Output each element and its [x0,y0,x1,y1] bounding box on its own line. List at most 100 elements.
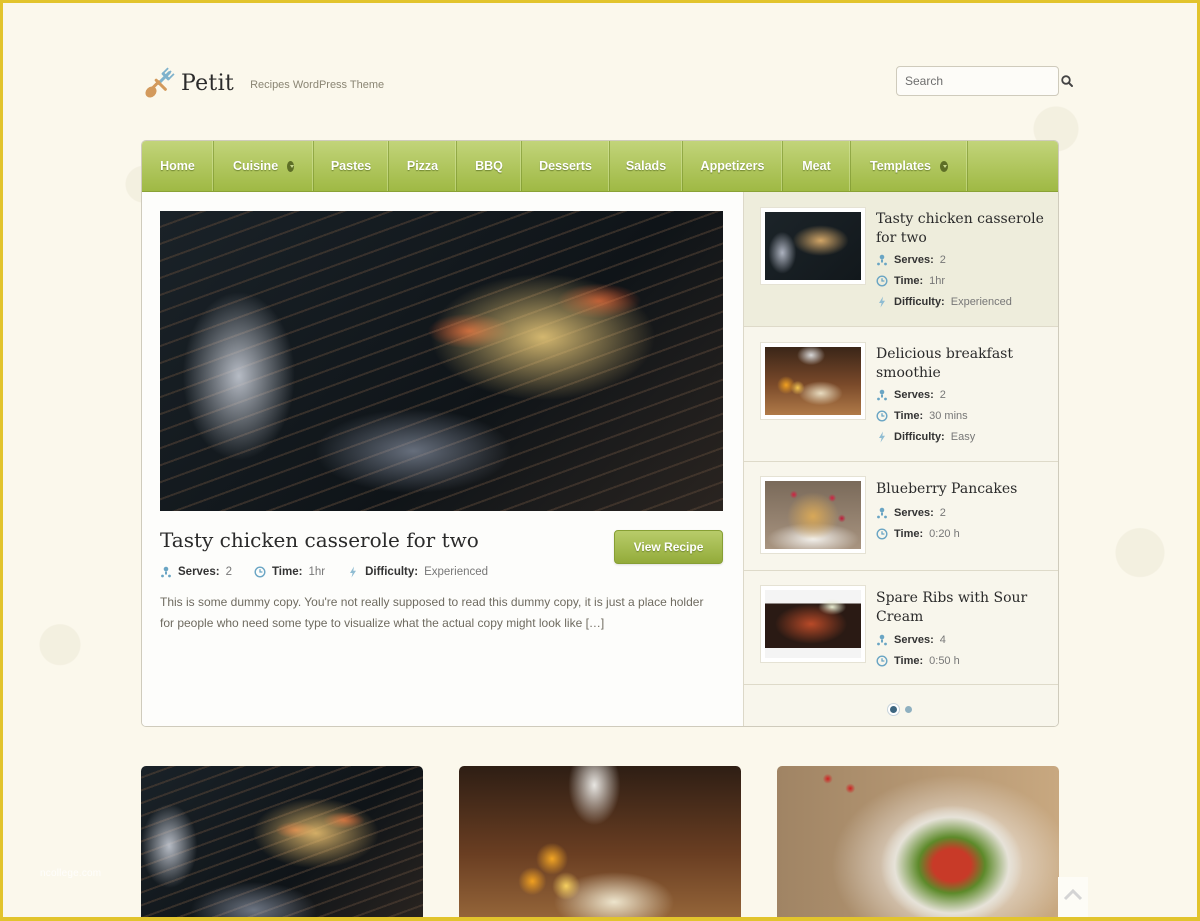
difficulty-label: Difficulty: [894,430,945,443]
serves-meta: Serves: 2 [876,502,960,523]
recipe-title: Delicious breakfast smoothie [876,346,1013,381]
difficulty-meta: Difficulty: Experienced [876,291,1012,312]
time-value: 0:20 h [929,527,960,540]
recipe-list: Tasty chicken casserole for two Serves: 2… [743,192,1058,726]
chevron-up-icon [1063,888,1083,907]
recipe-thumbnail [760,585,866,663]
chevron-down-icon[interactable] [287,160,294,172]
site-logo[interactable]: Petit Recipes WordPress Theme [141,65,384,101]
time-label: Time: [894,654,924,667]
serves-value: 2 [225,566,232,578]
clock-icon [254,566,266,578]
scroll-to-top-button[interactable] [1058,877,1088,917]
nav-label: Appetizers [700,159,765,173]
recipe-thumbnail [760,207,866,285]
serves-label: Serves: [894,633,934,646]
user-icon [876,254,888,266]
recipe-meta: Serves: 2 Time: 1hr Difficulty: Experienced [876,249,1012,312]
time-value: 0:50 h [929,654,960,667]
search-input[interactable] [905,74,1060,88]
recipe-card-smoothie[interactable] [459,766,741,921]
nav-label: Pastes [330,159,372,173]
recipe-title: Blueberry Pancakes [876,481,1018,497]
pagination-dot-1[interactable] [890,706,897,713]
recipe-list-item[interactable]: Spare Ribs with Sour Cream Serves: 4 Time… [744,571,1058,685]
recipe-title: Spare Ribs with Sour Cream [876,590,1028,625]
site-title: Petit [181,70,235,96]
nav-item-pizza[interactable]: Pizza [389,141,457,191]
time-meta: Time: 1hr [254,566,325,578]
recipe-card-casserole[interactable] [141,766,423,921]
nav-label: Cuisine [233,159,279,173]
recipe-cards [141,766,1059,921]
lightning-icon [876,296,888,308]
serves-label: Serves: [178,566,220,578]
clock-icon [876,654,888,667]
recipe-meta: Serves: 4 Time: 0:50 h [876,629,960,671]
serves-value: 2 [939,506,946,519]
nav-item-cuisine[interactable]: Cuisine [214,141,314,191]
user-icon [876,634,888,646]
time-value: 30 mins [929,409,968,422]
difficulty-label: Difficulty: [894,295,945,308]
serves-value: 4 [939,633,946,646]
nav-label: Meat [802,159,831,173]
chevron-down-icon[interactable] [939,160,948,172]
featured-recipe: Tasty chicken casserole for two View Rec… [142,192,743,726]
recipe-card-salad[interactable] [777,766,1059,921]
nav-label: Pizza [406,159,439,173]
time-meta: Time: 1hr [876,270,1012,291]
search-box[interactable] [896,66,1073,96]
serves-label: Serves: [894,253,934,266]
time-meta: Time: 0:50 h [876,650,960,671]
time-value: 1hr [308,566,326,578]
time-meta: Time: 0:20 h [876,523,960,544]
serves-label: Serves: [894,388,934,401]
time-label: Time: [894,409,924,422]
serves-meta: Serves: 2 [160,566,232,578]
search-icon[interactable] [1060,74,1074,88]
nav-item-desserts[interactable]: Desserts [522,141,610,191]
nav-item-bbq[interactable]: BBQ [457,141,522,191]
difficulty-value: Easy [950,430,976,443]
clock-icon [876,409,888,422]
featured-recipes-panel: Home Cuisine Pastes Pizza BBQ Desserts S… [141,140,1059,727]
featured-recipe-image[interactable] [160,211,723,511]
site-tagline: Recipes WordPress Theme [250,79,385,91]
recipe-list-item[interactable]: Blueberry Pancakes Serves: 2 Time: 0:20 h [744,462,1058,571]
watermark-text: ncollege.com [40,868,102,879]
recipe-thumbnail [760,476,866,554]
nav-label: Desserts [539,159,592,173]
recipe-thumbnail [760,342,866,420]
serves-meta: Serves: 2 [876,249,1012,270]
serves-meta: Serves: 4 [876,629,960,650]
user-icon [160,566,172,578]
recipe-list-item[interactable]: Tasty chicken casserole for two Serves: 2… [744,192,1058,327]
nav-label: Templates [870,159,931,173]
user-icon [876,389,888,401]
nav-item-home[interactable]: Home [142,141,214,191]
nav-item-templates[interactable]: Templates [851,141,968,191]
nav-item-meat[interactable]: Meat [783,141,851,191]
time-label: Time: [894,274,924,287]
lightning-icon [876,431,888,443]
view-recipe-button[interactable]: View Recipe [614,530,723,564]
recipe-list-item[interactable]: Delicious breakfast smoothie Serves: 2 Ti… [744,327,1058,462]
recipe-title: Tasty chicken casserole for two [876,211,1044,246]
featured-recipe-meta: Serves: 2 Time: 1hr Difficulty: Experien… [160,566,510,578]
difficulty-meta: Difficulty: Easy [876,426,975,447]
nav-label: Home [160,159,195,173]
nav-item-appetizers[interactable]: Appetizers [683,141,783,191]
pagination-dot-2[interactable] [905,706,912,713]
featured-recipe-title[interactable]: Tasty chicken casserole for two [160,528,479,552]
serves-label: Serves: [894,506,934,519]
difficulty-value: Experienced [424,566,489,578]
nav-item-salads[interactable]: Salads [610,141,683,191]
time-meta: Time: 30 mins [876,405,975,426]
time-value: 1hr [929,274,946,287]
clock-icon [876,527,888,540]
recipe-meta: Serves: 2 Time: 30 mins Difficulty: Easy [876,384,975,447]
nav-item-pastes[interactable]: Pastes [314,141,389,191]
slider-pagination [744,706,1058,713]
clock-icon [876,274,888,287]
